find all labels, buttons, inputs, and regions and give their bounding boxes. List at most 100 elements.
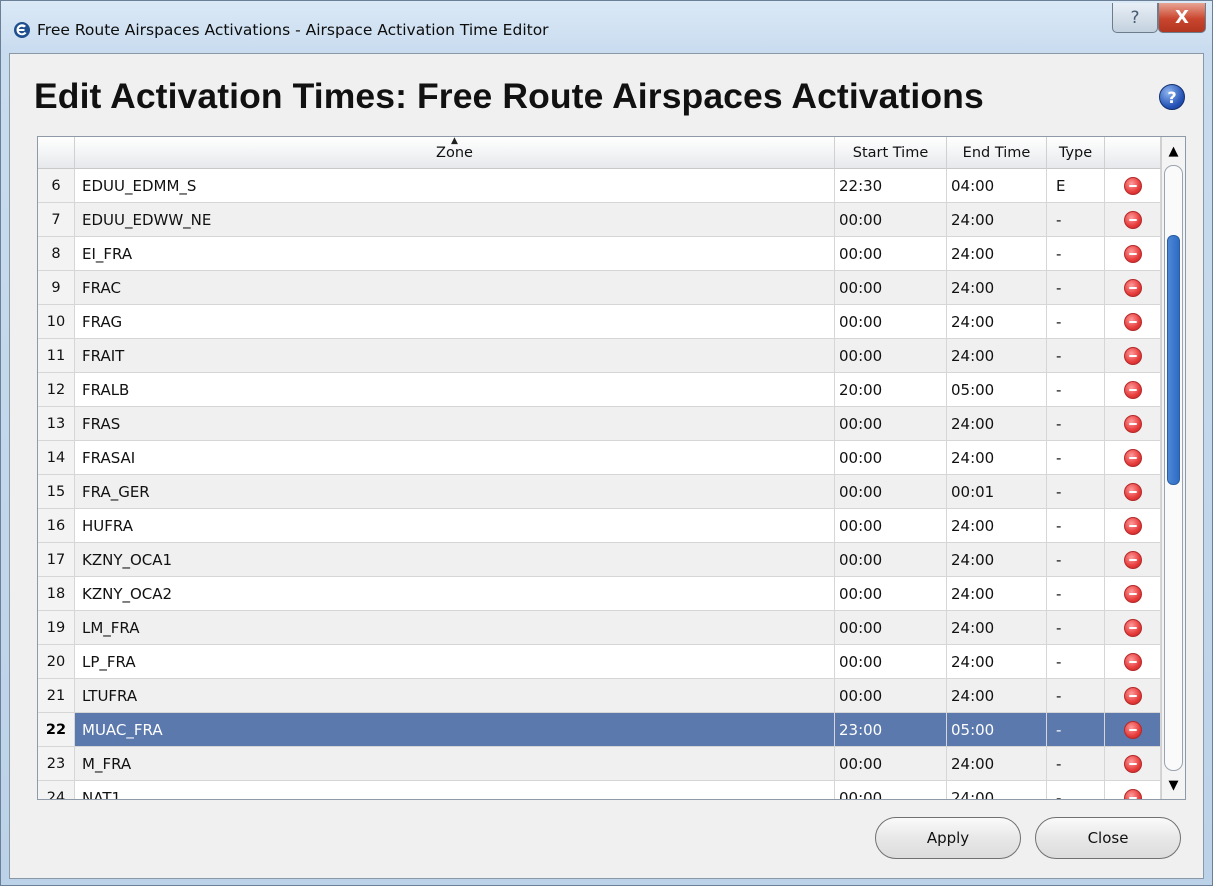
type-cell[interactable]: -: [1047, 237, 1105, 271]
remove-icon[interactable]: [1123, 380, 1142, 399]
table-row[interactable]: 17 KZNY_OCA1 00:00 24:00-: [38, 543, 1161, 577]
zone-cell[interactable]: FRAS: [75, 407, 835, 441]
table-row[interactable]: 22 MUAC_FRA 23:00 05:00-: [38, 713, 1161, 747]
type-cell[interactable]: -: [1047, 509, 1105, 543]
zone-cell[interactable]: FRAG: [75, 305, 835, 339]
zone-cell[interactable]: FRAC: [75, 271, 835, 305]
end-time-cell[interactable]: 24:00: [947, 305, 1047, 339]
zone-cell[interactable]: MUAC_FRA: [75, 713, 835, 747]
end-time-cell[interactable]: 05:00: [947, 373, 1047, 407]
remove-icon[interactable]: [1123, 244, 1142, 263]
delete-cell[interactable]: [1105, 203, 1161, 237]
remove-icon[interactable]: [1123, 516, 1142, 535]
table-row[interactable]: 20 LP_FRA 00:00 24:00-: [38, 645, 1161, 679]
end-time-cell[interactable]: 24:00: [947, 781, 1047, 799]
start-time-cell[interactable]: 00:00: [835, 237, 947, 271]
delete-cell[interactable]: [1105, 713, 1161, 747]
type-cell[interactable]: -: [1047, 339, 1105, 373]
start-time-cell[interactable]: 00:00: [835, 475, 947, 509]
end-time-cell[interactable]: 04:00: [947, 169, 1047, 203]
start-time-cell[interactable]: 00:00: [835, 305, 947, 339]
start-time-cell[interactable]: 00:00: [835, 645, 947, 679]
help-icon[interactable]: ?: [1159, 84, 1185, 110]
zone-cell[interactable]: FRASAI: [75, 441, 835, 475]
table-row[interactable]: 23 M_FRA 00:00 24:00-: [38, 747, 1161, 781]
zone-cell[interactable]: EDUU_EDWW_NE: [75, 203, 835, 237]
type-cell[interactable]: E: [1047, 169, 1105, 203]
table-row[interactable]: 9 FRAC 00:00 24:00-: [38, 271, 1161, 305]
start-time-cell[interactable]: 20:00: [835, 373, 947, 407]
zone-cell[interactable]: EI_FRA: [75, 237, 835, 271]
remove-icon[interactable]: [1123, 210, 1142, 229]
zone-cell[interactable]: FRALB: [75, 373, 835, 407]
start-time-cell[interactable]: 00:00: [835, 577, 947, 611]
end-time-cell[interactable]: 24:00: [947, 441, 1047, 475]
delete-cell[interactable]: [1105, 509, 1161, 543]
end-time-cell[interactable]: 24:00: [947, 339, 1047, 373]
remove-icon[interactable]: [1123, 550, 1142, 569]
table-row[interactable]: 10 FRAG 00:00 24:00-: [38, 305, 1161, 339]
start-time-cell[interactable]: 00:00: [835, 203, 947, 237]
remove-icon[interactable]: [1123, 618, 1142, 637]
remove-icon[interactable]: [1123, 312, 1142, 331]
delete-cell[interactable]: [1105, 577, 1161, 611]
table-row[interactable]: 21 LTUFRA 00:00 24:00-: [38, 679, 1161, 713]
apply-button[interactable]: Apply: [875, 817, 1021, 859]
delete-cell[interactable]: [1105, 271, 1161, 305]
zone-cell[interactable]: FRAIT: [75, 339, 835, 373]
remove-icon[interactable]: [1123, 278, 1142, 297]
remove-icon[interactable]: [1123, 346, 1142, 365]
column-header-start-time[interactable]: Start Time: [835, 137, 947, 169]
start-time-cell[interactable]: 00:00: [835, 407, 947, 441]
title-bar[interactable]: Free Route Airspaces Activations - Airsp…: [1, 1, 1212, 53]
table-row[interactable]: 8 EI_FRA 00:00 24:00-: [38, 237, 1161, 271]
end-time-cell[interactable]: 05:00: [947, 713, 1047, 747]
zone-cell[interactable]: LM_FRA: [75, 611, 835, 645]
table-row[interactable]: 11 FRAIT 00:00 24:00-: [38, 339, 1161, 373]
type-cell[interactable]: -: [1047, 305, 1105, 339]
column-header-type[interactable]: Type: [1047, 137, 1105, 169]
start-time-cell[interactable]: 00:00: [835, 747, 947, 781]
remove-icon[interactable]: [1123, 652, 1142, 671]
type-cell[interactable]: -: [1047, 441, 1105, 475]
scroll-down-arrow-icon[interactable]: ▼: [1162, 771, 1185, 799]
type-cell[interactable]: -: [1047, 679, 1105, 713]
start-time-cell[interactable]: 00:00: [835, 441, 947, 475]
remove-icon[interactable]: [1123, 720, 1142, 739]
zone-cell[interactable]: EDUU_EDMM_S: [75, 169, 835, 203]
zone-cell[interactable]: FRA_GER: [75, 475, 835, 509]
end-time-cell[interactable]: 24:00: [947, 679, 1047, 713]
start-time-cell[interactable]: 00:00: [835, 543, 947, 577]
remove-icon[interactable]: [1123, 584, 1142, 603]
delete-cell[interactable]: [1105, 645, 1161, 679]
scroll-track[interactable]: [1164, 165, 1183, 771]
delete-cell[interactable]: [1105, 441, 1161, 475]
remove-icon[interactable]: [1123, 482, 1142, 501]
zone-cell[interactable]: NAT1: [75, 781, 835, 799]
zone-cell[interactable]: LP_FRA: [75, 645, 835, 679]
window-close-button[interactable]: X: [1158, 3, 1206, 33]
end-time-cell[interactable]: 24:00: [947, 271, 1047, 305]
column-header-end-time[interactable]: End Time: [947, 137, 1047, 169]
delete-cell[interactable]: [1105, 611, 1161, 645]
remove-icon[interactable]: [1123, 788, 1142, 799]
table-row[interactable]: 24 NAT1 00:00 24:00-: [38, 781, 1161, 799]
close-button[interactable]: Close: [1035, 817, 1181, 859]
table-row[interactable]: 12 FRALB 20:00 05:00-: [38, 373, 1161, 407]
table-row[interactable]: 6 EDUU_EDMM_S 22:30 04:00 E: [38, 169, 1161, 203]
delete-cell[interactable]: [1105, 237, 1161, 271]
start-time-cell[interactable]: 00:00: [835, 781, 947, 799]
zone-cell[interactable]: KZNY_OCA2: [75, 577, 835, 611]
delete-cell[interactable]: [1105, 679, 1161, 713]
table-row[interactable]: 18 KZNY_OCA2 00:00 24:00-: [38, 577, 1161, 611]
type-cell[interactable]: -: [1047, 203, 1105, 237]
table-row[interactable]: 13 FRAS 00:00 24:00-: [38, 407, 1161, 441]
type-cell[interactable]: -: [1047, 373, 1105, 407]
scroll-up-arrow-icon[interactable]: ▲: [1162, 137, 1185, 165]
table-row[interactable]: 15 FRA_GER 00:00 00:01-: [38, 475, 1161, 509]
delete-cell[interactable]: [1105, 407, 1161, 441]
end-time-cell[interactable]: 24:00: [947, 237, 1047, 271]
remove-icon[interactable]: [1123, 448, 1142, 467]
remove-icon[interactable]: [1123, 754, 1142, 773]
remove-icon[interactable]: [1123, 414, 1142, 433]
